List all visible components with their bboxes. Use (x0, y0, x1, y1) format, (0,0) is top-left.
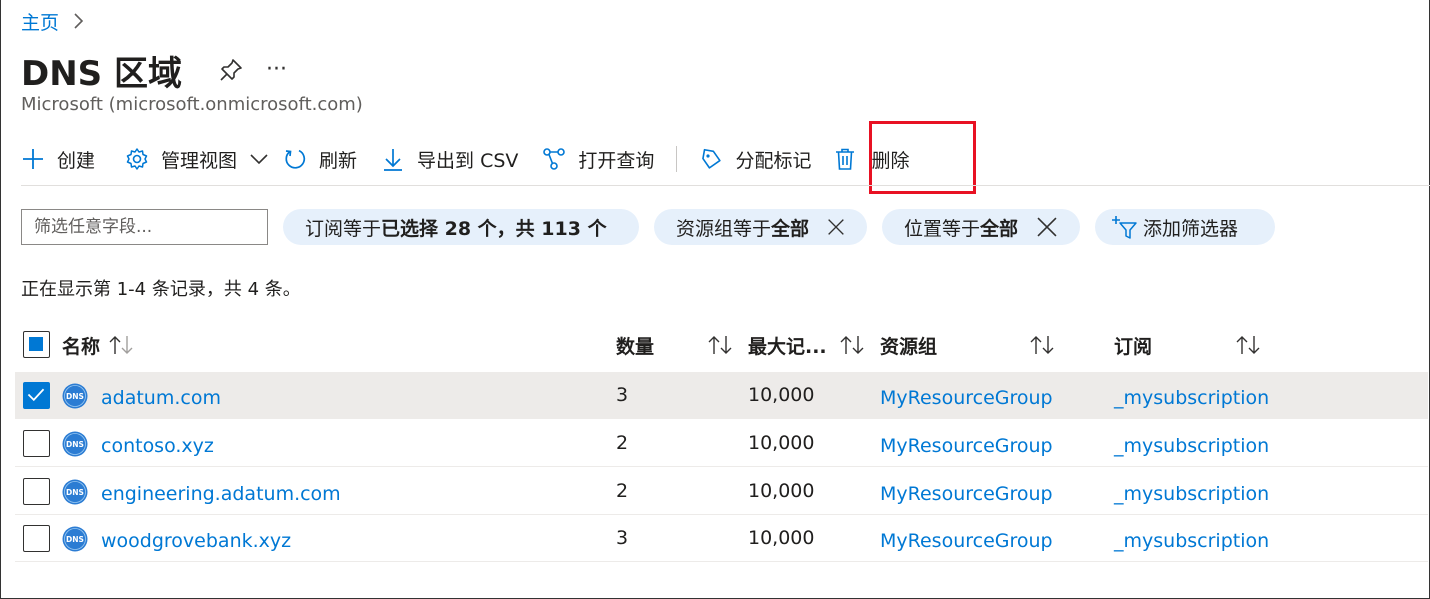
record-count-text: 正在显示第 1-4 条记录，共 4 条。 (21, 279, 301, 300)
query-icon (543, 148, 566, 170)
add-filter-button[interactable]: 添加筛选器 (1095, 209, 1275, 245)
add-filter-icon (1112, 216, 1137, 239)
dns-icon-text: DNS (66, 535, 84, 544)
create-label: 创建 (57, 149, 96, 172)
add-filter-label: 添加筛选器 (1143, 217, 1239, 240)
page-title: DNS 区域 (21, 53, 183, 94)
close-icon[interactable] (1036, 216, 1058, 238)
max-records-cell: 10,000 (748, 479, 815, 502)
title-row: DNS 区域 ··· (21, 48, 287, 94)
resource-group-filter-value: 全部 (771, 217, 810, 240)
resource-group-filter-pill[interactable]: 资源组等于 全部 (654, 209, 867, 245)
resource-group-link[interactable]: MyResourceGroup (880, 517, 1053, 564)
page-subtitle: Microsoft (microsoft.onmicrosoft.com) (21, 94, 363, 115)
sort-icon[interactable] (108, 334, 134, 356)
assign-tags-label: 分配标记 (735, 149, 812, 172)
filter-search-input[interactable] (21, 209, 268, 245)
location-filter-value: 全部 (980, 217, 1019, 240)
zone-name-link[interactable]: adatum.com (101, 374, 221, 421)
select-all-checkbox[interactable] (23, 331, 50, 358)
refresh-label: 刷新 (319, 149, 358, 172)
subscription-link[interactable]: _mysubscription (1114, 517, 1269, 564)
location-filter-prefix: 位置等于 (904, 217, 981, 240)
resource-group-link[interactable]: MyResourceGroup (880, 374, 1053, 421)
breadcrumb-home-link[interactable]: 主页 (21, 8, 59, 35)
more-options-button[interactable]: ··· (266, 59, 287, 81)
sort-icon[interactable] (1235, 334, 1261, 356)
download-icon (384, 149, 403, 171)
record-count-cell: 3 (616, 383, 629, 406)
subscription-filter-prefix: 订阅等于 (305, 217, 382, 240)
row-checkbox[interactable] (23, 430, 50, 457)
row-checkbox[interactable] (23, 382, 50, 409)
resource-group-link[interactable]: MyResourceGroup (880, 470, 1053, 517)
plus-icon (23, 149, 43, 169)
checkmark-icon (27, 388, 45, 402)
open-query-button[interactable]: 打开查询 (542, 137, 654, 181)
record-count-cell: 2 (616, 431, 629, 454)
column-header-subscription[interactable]: 订阅 (1114, 330, 1152, 360)
sort-icon[interactable] (1029, 334, 1055, 356)
export-csv-button[interactable]: 导出到 CSV (381, 137, 518, 181)
subscription-link[interactable]: _mysubscription (1114, 374, 1269, 421)
chevron-right-icon (74, 13, 84, 29)
row-checkbox[interactable] (23, 478, 50, 505)
command-bar: 创建 管理视图 刷新 导出到 CSV 打开查询 分配标记 删除 (21, 137, 909, 181)
subscription-header-label: 订阅 (1114, 335, 1153, 358)
dns-zone-icon: DNS (62, 431, 88, 457)
manage-view-button[interactable]: 管理视图 (125, 137, 269, 181)
sort-icon[interactable] (839, 334, 865, 356)
zone-name-link[interactable]: contoso.xyz (101, 422, 214, 469)
assign-tags-button[interactable]: 分配标记 (699, 137, 811, 181)
subscription-link[interactable]: _mysubscription (1114, 470, 1269, 517)
breadcrumb: 主页 (21, 8, 85, 34)
toolbar-divider (676, 146, 678, 172)
trash-icon (836, 148, 855, 170)
dns-zone-icon: DNS (62, 479, 88, 505)
max-records-cell: 10,000 (748, 431, 815, 454)
tag-icon (702, 148, 722, 169)
subscription-link[interactable]: _mysubscription (1114, 422, 1269, 469)
max-records-cell: 10,000 (748, 526, 815, 549)
resource-group-header-label: 资源组 (880, 335, 938, 358)
dns-icon-text: DNS (66, 488, 84, 497)
open-query-label: 打开查询 (578, 149, 655, 172)
location-filter-pill[interactable]: 位置等于 全部 (882, 209, 1080, 245)
subscription-filter-pill[interactable]: 订阅等于 已选择 28 个，共 113 个 (283, 209, 639, 245)
column-header-resource-group[interactable]: 资源组 (880, 330, 937, 360)
create-button[interactable]: 创建 (21, 137, 95, 181)
dns-zone-icon: DNS (62, 383, 88, 409)
row-checkbox[interactable] (23, 525, 50, 552)
delete-highlight-box (869, 121, 976, 194)
dns-zone-icon: DNS (62, 526, 88, 552)
dns-icon-text: DNS (66, 440, 84, 449)
count-header-label: 数量 (616, 335, 655, 358)
gear-icon (126, 148, 148, 170)
subscription-filter-value: 已选择 28 个，共 113 个 (381, 217, 607, 240)
dns-icon-text: DNS (66, 392, 84, 401)
sort-icon[interactable] (707, 334, 733, 356)
chevron-down-icon (250, 154, 268, 165)
column-header-name[interactable]: 名称 (62, 330, 100, 360)
resource-group-filter-prefix: 资源组等于 (676, 217, 772, 240)
column-header-max-records[interactable]: 最大记... (748, 330, 827, 360)
toolbar-divider-line (21, 185, 1430, 186)
max-records-cell: 10,000 (748, 383, 815, 406)
zone-name-link[interactable]: engineering.adatum.com (101, 470, 341, 517)
record-count-cell: 3 (616, 526, 629, 549)
name-header-label: 名称 (62, 335, 101, 358)
column-header-count[interactable]: 数量 (616, 330, 654, 360)
pin-icon[interactable] (218, 57, 244, 83)
max-records-header-label: 最大记... (748, 335, 827, 358)
resource-group-link[interactable]: MyResourceGroup (880, 422, 1053, 469)
refresh-button[interactable]: 刷新 (283, 137, 357, 181)
close-icon[interactable] (827, 216, 845, 238)
zone-name-link[interactable]: woodgrovebank.xyz (101, 517, 291, 564)
record-count-cell: 2 (616, 479, 629, 502)
export-csv-label: 导出到 CSV (417, 149, 519, 172)
refresh-icon (285, 149, 306, 169)
manage-view-label: 管理视图 (161, 149, 238, 172)
